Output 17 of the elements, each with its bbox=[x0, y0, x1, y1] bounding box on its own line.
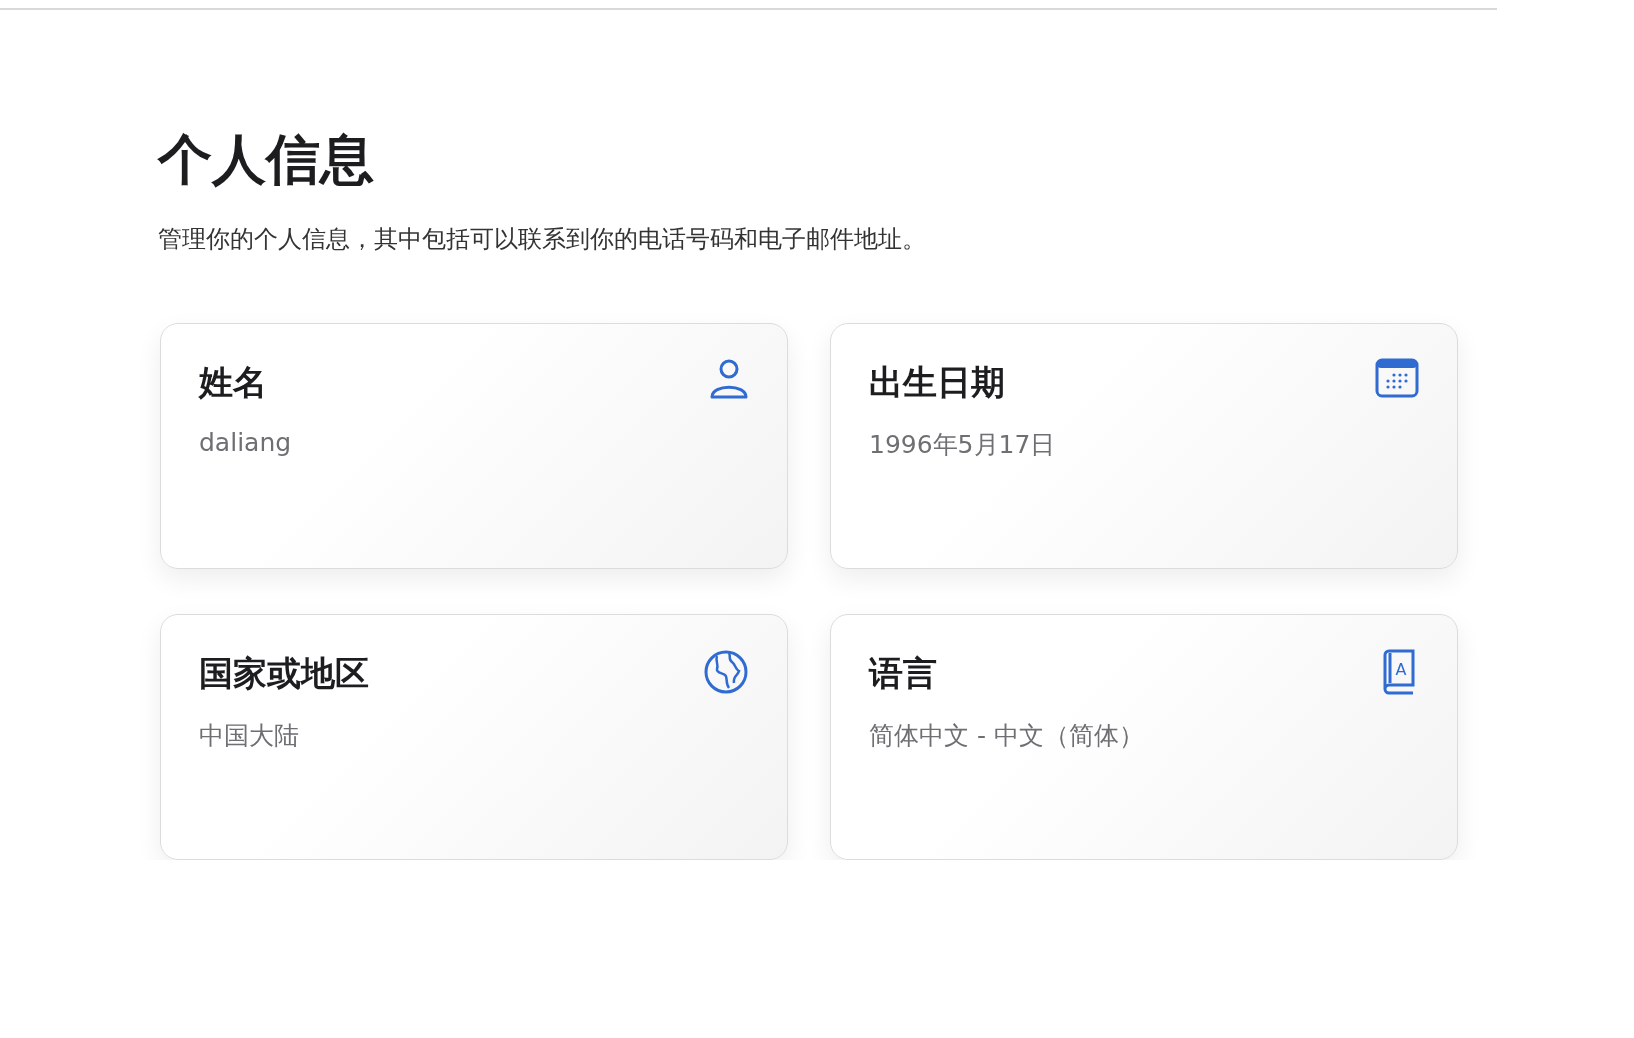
page-title: 个人信息 bbox=[158, 128, 375, 193]
card-background[interactable]: 出生日期 1996年5月17日 bbox=[830, 322, 1458, 569]
card-title: 语言 bbox=[869, 651, 938, 695]
card-value: daliang bbox=[199, 427, 292, 457]
globe-icon bbox=[703, 648, 749, 695]
card-title: 姓名 bbox=[199, 360, 268, 404]
card-background[interactable]: 姓名 daliang bbox=[160, 322, 788, 569]
calendar-icon bbox=[1375, 357, 1419, 398]
card-background[interactable]: 语言 简体中文 - 中文（简体） A bbox=[830, 613, 1458, 860]
card-value: 简体中文 - 中文（简体） bbox=[869, 719, 1144, 752]
card-value: 中国大陆 bbox=[199, 719, 300, 752]
page-description: 管理你的个人信息，其中包括可以联系到你的电话号码和电子邮件地址。 bbox=[158, 223, 927, 255]
person-icon bbox=[709, 357, 749, 400]
card-title: 出生日期 bbox=[869, 360, 1006, 404]
card-title: 国家或地区 bbox=[199, 651, 369, 695]
card-background[interactable]: 国家或地区 中国大陆 bbox=[160, 613, 788, 860]
card-value: 1996年5月17日 bbox=[869, 428, 1056, 461]
